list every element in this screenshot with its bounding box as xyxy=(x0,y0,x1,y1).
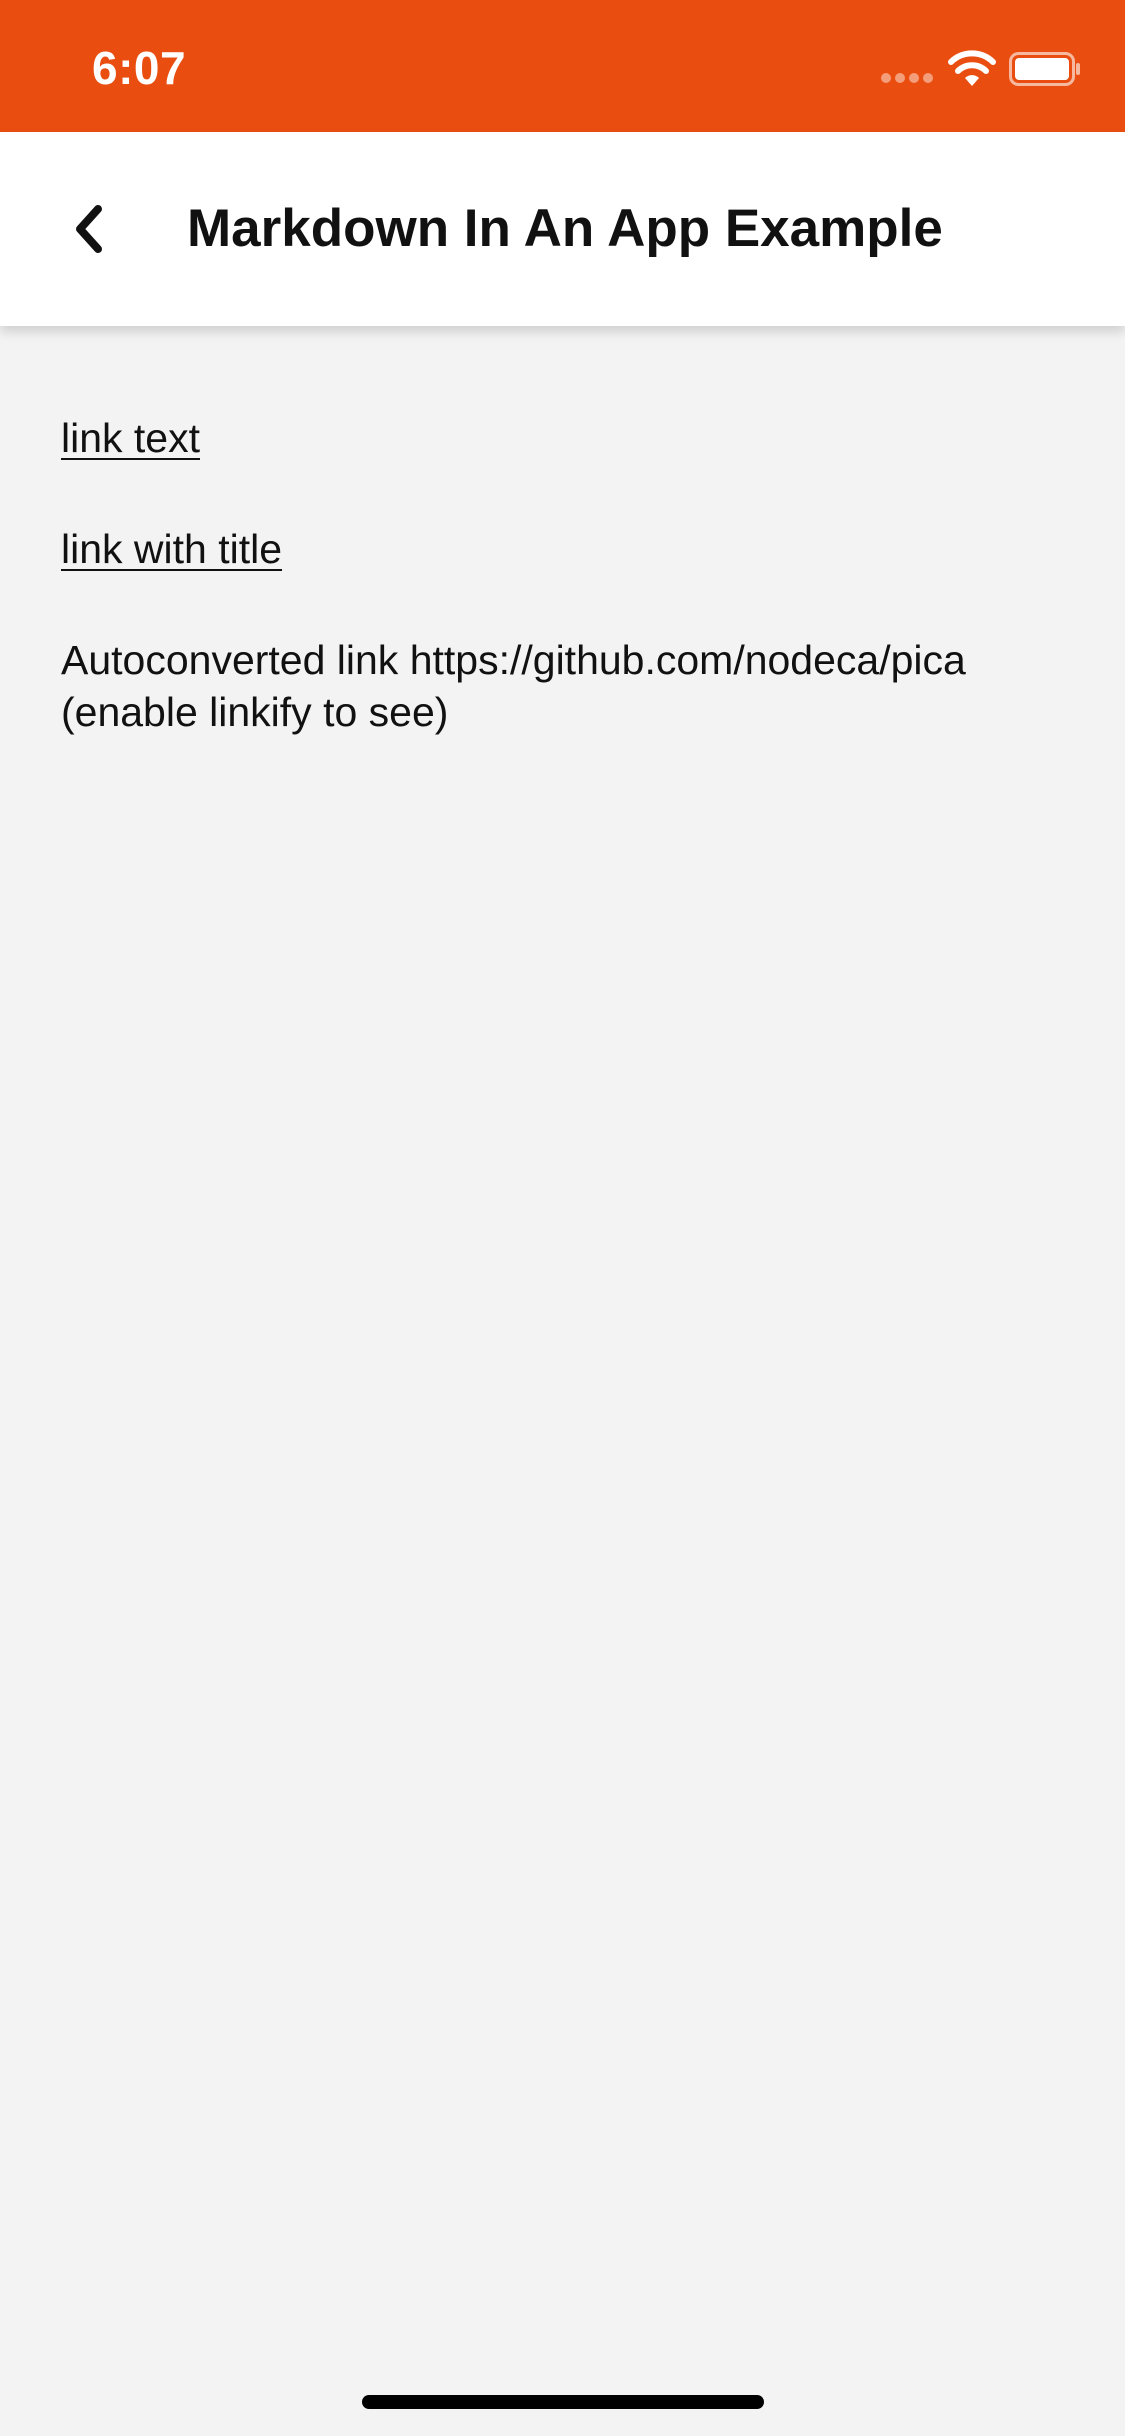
page-title: Markdown In An App Example xyxy=(187,199,943,258)
navigation-bar: Markdown In An App Example xyxy=(0,132,1125,326)
battery-icon xyxy=(1009,52,1080,86)
back-button[interactable] xyxy=(52,190,124,268)
paragraph-link-text: link text xyxy=(61,412,1071,464)
autoconverted-link-text: Autoconverted link https://github.com/no… xyxy=(61,637,966,735)
chevron-left-icon xyxy=(76,205,102,253)
signal-icon xyxy=(881,73,933,83)
paragraph-link-with-title: link with title xyxy=(61,523,1071,575)
status-bar: 6:07 xyxy=(0,0,1125,132)
link-with-title[interactable]: link with title xyxy=(61,523,282,575)
link-text[interactable]: link text xyxy=(61,412,200,464)
home-indicator[interactable] xyxy=(362,2395,764,2409)
paragraph-autoconverted: Autoconverted link https://github.com/no… xyxy=(61,634,1071,738)
markdown-content: link text link with title Autoconverted … xyxy=(61,412,1071,797)
wifi-icon xyxy=(948,50,996,86)
status-time: 6:07 xyxy=(92,42,187,94)
